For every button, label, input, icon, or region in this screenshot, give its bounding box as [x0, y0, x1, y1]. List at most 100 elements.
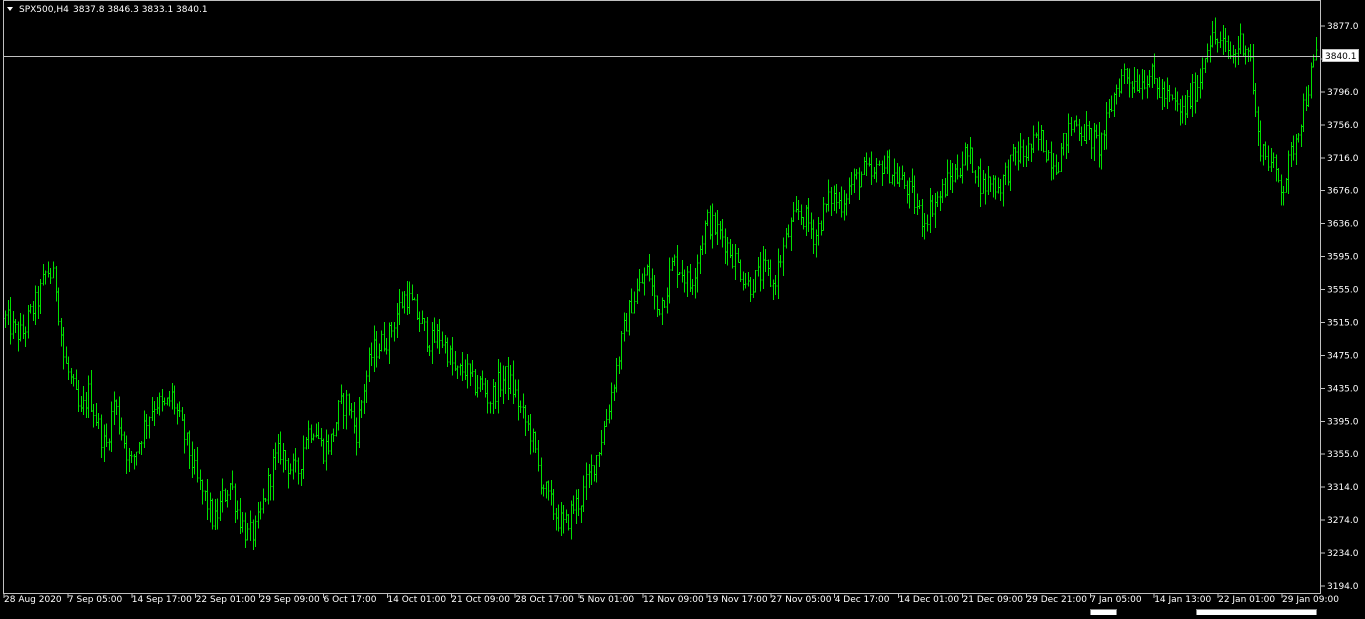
- ohlc-bar: [1242, 33, 1245, 57]
- ohlc-bar: [901, 165, 904, 181]
- ohlc-bar: [246, 522, 249, 541]
- ohlc-bar: [1004, 162, 1007, 186]
- ohlc-bar: [678, 272, 681, 276]
- ohlc-bar: [1227, 35, 1230, 59]
- ohlc-bar: [209, 492, 212, 523]
- ohlc-bar: [683, 269, 686, 293]
- ohlc-bar: [921, 198, 924, 238]
- ohlc-bar: [1093, 122, 1096, 162]
- ohlc-bar: [143, 410, 146, 448]
- ohlc-bar: [883, 155, 886, 174]
- ohlc-bar: [537, 440, 540, 472]
- ohlc-bar: [1080, 126, 1083, 146]
- ohlc-bar: [1146, 75, 1149, 99]
- ohlc-bar: [1244, 45, 1247, 65]
- ohlc-bar: [196, 447, 199, 483]
- ohlc-bar: [77, 380, 80, 413]
- ohlc-bar: [481, 370, 484, 391]
- ohlc-bar: [1078, 119, 1081, 141]
- ohlc-bar: [158, 392, 161, 416]
- ohlc-bar: [358, 397, 361, 448]
- ohlc-bar: [1156, 78, 1159, 100]
- ohlc-bar: [719, 220, 722, 240]
- ohlc-bar: [340, 384, 343, 405]
- ohlc-bar: [115, 399, 118, 415]
- ohlc-bar: [24, 326, 27, 347]
- ohlc-bar: [562, 504, 565, 534]
- bottom-tab[interactable]: [1196, 609, 1317, 616]
- ohlc-bar: [1206, 43, 1209, 63]
- ohlc-bar: [1123, 63, 1126, 84]
- ohlc-bar: [1007, 159, 1010, 186]
- ohlc-bar: [302, 435, 305, 479]
- ohlc-bar: [1040, 124, 1043, 151]
- symbol-label: SPX500,H4: [19, 5, 69, 15]
- ohlc-bar: [224, 488, 227, 502]
- ohlc-bar: [259, 501, 262, 520]
- ohlc-bar: [431, 321, 434, 365]
- ohlc-bar: [1060, 143, 1063, 173]
- ohlc-bar: [406, 280, 409, 315]
- ohlc-bar: [370, 342, 373, 366]
- ohlc-bar: [956, 154, 959, 180]
- ohlc-bar: [863, 156, 866, 176]
- ohlc-bar: [762, 245, 765, 289]
- ohlc-bar: [1103, 129, 1106, 150]
- price-tick-label: 3475.0: [1327, 351, 1359, 361]
- ohlc-bar: [27, 304, 30, 339]
- ohlc-bar: [696, 254, 699, 293]
- ohlc-bar: [532, 428, 535, 453]
- price-chart[interactable]: SPX500,H4 3837.8 3846.3 3833.1 3840.1 38…: [0, 0, 1365, 616]
- time-axis[interactable]: 28 Aug 2020 7 Sep 05:00 14 Sep 17:00 22 Sep…: [3, 594, 1339, 605]
- ohlc-bar: [1065, 133, 1068, 159]
- ohlc-bar: [721, 218, 724, 248]
- ohlc-bar: [113, 391, 116, 426]
- price-tick-label: 3515.0: [1327, 318, 1359, 328]
- ohlc-bar: [734, 243, 737, 281]
- ohlc-bar: [542, 484, 545, 497]
- price-tick-label: 3877.0: [1327, 22, 1359, 32]
- ohlc-bar: [1151, 63, 1154, 89]
- ohlc-bar: [249, 510, 252, 541]
- ohlc-bar: [1115, 84, 1118, 105]
- ohlc-bar: [951, 163, 954, 193]
- ohlc-bar: [977, 165, 980, 188]
- ohlc-bar: [37, 286, 40, 319]
- price-axis[interactable]: 3877.03836.03796.03756.03716.03676.03636…: [1321, 22, 1359, 592]
- bottom-tab[interactable]: [1090, 609, 1117, 616]
- ohlc-bar: [954, 164, 957, 183]
- ohlc-bar: [1098, 121, 1101, 168]
- ohlc-bar: [204, 490, 207, 502]
- ohlc-bar: [691, 279, 694, 296]
- ohlc-bar: [984, 173, 987, 205]
- ohlc-bar: [704, 220, 707, 255]
- ohlc-bar: [646, 264, 649, 276]
- triangle-down-icon[interactable]: [7, 7, 13, 11]
- ohlc-bar: [125, 435, 128, 475]
- ohlc-bar: [110, 401, 113, 453]
- ohlc-bar: [29, 303, 32, 314]
- ohlc-bar: [1179, 99, 1182, 126]
- ohlc-bar: [123, 431, 126, 449]
- ohlc-bar: [790, 217, 793, 251]
- ohlc-bar: [1267, 145, 1270, 172]
- ohlc-bar: [1189, 83, 1192, 110]
- ohlc-bar: [598, 451, 601, 468]
- ohlc-bar: [307, 420, 310, 450]
- ohlc-bar: [1168, 84, 1171, 103]
- ohlc-bar: [44, 270, 47, 285]
- ohlc-bar: [878, 160, 881, 167]
- ohlc-bar: [456, 365, 459, 379]
- ohlc-bar: [1209, 35, 1212, 63]
- ohlc-bar: [1214, 17, 1217, 45]
- ohlc-bar: [613, 384, 616, 402]
- ohlc-bar: [850, 172, 853, 195]
- ohlc-bar: [752, 278, 755, 298]
- ohlc-bar: [709, 205, 712, 240]
- ohlc-bar: [959, 167, 962, 178]
- ohlc-bar: [105, 423, 108, 448]
- chart-window[interactable]: SPX500,H4 3837.8 3846.3 3833.1 3840.1 38…: [0, 0, 1365, 616]
- ohlc-bar: [239, 498, 242, 535]
- ohlc-bar: [903, 172, 906, 190]
- ohlc-bar: [244, 512, 247, 549]
